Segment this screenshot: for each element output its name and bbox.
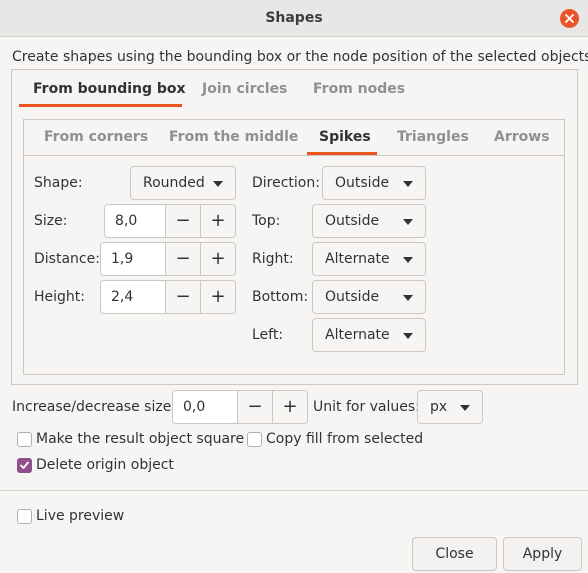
height-spinner[interactable]: 2,4 − + (100, 280, 236, 314)
tab-triangles[interactable]: Triangles (397, 129, 469, 145)
direction-label: Direction: (252, 175, 320, 191)
tab-arrows[interactable]: Arrows (494, 129, 550, 145)
active-tab-indicator (19, 104, 182, 107)
title-bar: Shapes (0, 0, 588, 37)
tab-from-the-middle[interactable]: From the middle (169, 129, 298, 145)
tab-from-bounding-box[interactable]: From bounding box (33, 81, 186, 97)
dropdown-arrow-icon (403, 333, 413, 339)
size-value: 8,0 (115, 213, 138, 229)
distance-label: Distance: (34, 251, 100, 267)
description-text: Create shapes using the bounding box or … (12, 49, 588, 65)
unit-select[interactable]: px (417, 390, 483, 424)
dropdown-arrow-icon (213, 181, 223, 187)
copy-fill-checkbox[interactable] (247, 432, 262, 447)
size-spinner[interactable]: 8,0 − + (104, 204, 236, 238)
close-button[interactable]: Close (412, 537, 497, 571)
close-window-button[interactable] (560, 9, 579, 28)
distance-decrease-button[interactable]: − (165, 243, 200, 275)
make-square-label[interactable]: Make the result object square (36, 431, 244, 447)
dropdown-arrow-icon (403, 295, 413, 301)
dropdown-arrow-icon (460, 405, 470, 411)
height-decrease-button[interactable]: − (165, 281, 200, 313)
size-decrease-button[interactable]: − (165, 205, 200, 237)
height-increase-button[interactable]: + (200, 281, 235, 313)
top-label: Top: (252, 213, 281, 229)
unit-label: Unit for values: (313, 399, 420, 415)
size-label: Size: (34, 213, 68, 229)
tab-join-circles[interactable]: Join circles (202, 81, 287, 97)
tab-spikes[interactable]: Spikes (319, 129, 371, 145)
bottom-label: Bottom: (252, 289, 309, 305)
bottom-select[interactable]: Outside (312, 280, 426, 314)
height-value: 2,4 (111, 289, 134, 305)
copy-fill-label[interactable]: Copy fill from selected (266, 431, 423, 447)
window-title: Shapes (265, 10, 323, 26)
direction-select[interactable]: Outside (322, 166, 426, 200)
active-subtab-indicator (307, 152, 377, 155)
shape-label: Shape: (34, 175, 83, 191)
top-select[interactable]: Outside (312, 204, 426, 238)
bottom-value: Outside (325, 289, 380, 305)
increase-decrease-plus-button[interactable]: + (272, 391, 307, 423)
checkmark-icon (20, 461, 29, 469)
right-label: Right: (252, 251, 294, 267)
increase-decrease-label: Increase/decrease size: (12, 399, 177, 415)
tab-from-corners[interactable]: From corners (44, 129, 148, 145)
unit-value: px (430, 399, 448, 415)
distance-spinner[interactable]: 1,9 − + (100, 242, 236, 276)
delete-origin-checkbox[interactable] (17, 458, 32, 473)
left-label: Left: (252, 327, 284, 343)
top-value: Outside (325, 213, 380, 229)
left-select[interactable]: Alternate (312, 318, 426, 352)
direction-value: Outside (335, 175, 390, 191)
live-preview-checkbox[interactable] (17, 509, 32, 524)
increase-decrease-minus-button[interactable]: − (237, 391, 272, 423)
distance-increase-button[interactable]: + (200, 243, 235, 275)
dropdown-arrow-icon (403, 257, 413, 263)
delete-origin-label[interactable]: Delete origin object (36, 457, 174, 473)
increase-decrease-value: 0,0 (183, 399, 206, 415)
distance-value: 1,9 (111, 251, 134, 267)
left-value: Alternate (325, 327, 390, 343)
dropdown-arrow-icon (403, 219, 413, 225)
tab-from-nodes[interactable]: From nodes (313, 81, 405, 97)
close-icon (565, 14, 574, 23)
sub-tab-separator (24, 155, 564, 156)
apply-button[interactable]: Apply (503, 537, 582, 571)
separator (0, 490, 588, 491)
height-label: Height: (34, 289, 85, 305)
size-increase-button[interactable]: + (200, 205, 235, 237)
live-preview-label[interactable]: Live preview (36, 508, 124, 524)
right-select[interactable]: Alternate (312, 242, 426, 276)
make-square-checkbox[interactable] (17, 432, 32, 447)
right-value: Alternate (325, 251, 390, 267)
increase-decrease-spinner[interactable]: 0,0 − + (172, 390, 308, 424)
shape-value: Rounded (143, 175, 205, 191)
shape-select[interactable]: Rounded (130, 166, 236, 200)
dropdown-arrow-icon (403, 181, 413, 187)
